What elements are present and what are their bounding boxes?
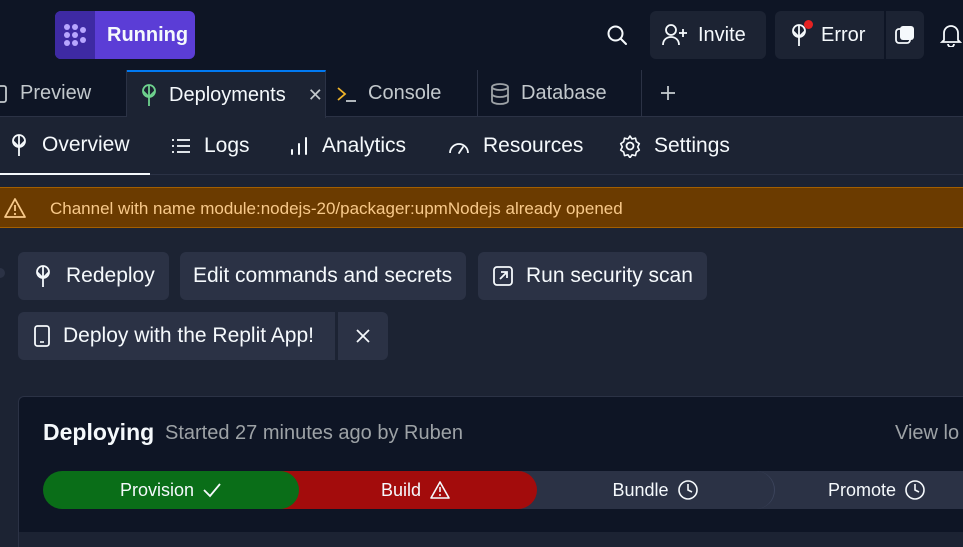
external-arrow-icon [493, 266, 513, 286]
clock-icon [677, 480, 698, 500]
redeploy-button[interactable]: Redeploy [18, 252, 169, 300]
subnav-logs[interactable]: Logs [170, 117, 250, 175]
bar-chart-icon [291, 137, 307, 155]
warning-icon [430, 481, 450, 499]
terminal-icon [337, 86, 356, 102]
warning-banner: Channel with name module:nodejs-20/packa… [0, 187, 963, 228]
stage-label: Bundle [612, 479, 669, 500]
deployment-status: Deploying [43, 419, 155, 445]
subnav-label: Analytics [322, 134, 407, 157]
add-user-icon [662, 24, 687, 46]
stage-label: Promote [827, 479, 897, 500]
search-button[interactable] [600, 18, 634, 52]
list-icon [172, 139, 190, 153]
deployments-icon [12, 134, 26, 156]
replit-app-label: Deploy with the Replit App! [63, 324, 314, 347]
stage-provision: Provision [43, 471, 299, 509]
plus-icon [661, 86, 675, 100]
view-logs-link[interactable]: View lo [895, 422, 959, 445]
warning-message: Channel with name module:nodejs-20/packa… [50, 199, 623, 218]
subnav-analytics[interactable]: Analytics [288, 117, 406, 175]
open-window-button[interactable] [886, 11, 924, 59]
edit-commands-button[interactable]: Edit commands and secrets [180, 252, 466, 300]
close-tab-icon[interactable]: ✕ [308, 85, 323, 106]
preview-icon [0, 84, 7, 103]
edit-commands-label: Edit commands and secrets [193, 264, 453, 287]
subnav-label: Settings [654, 134, 730, 157]
clock-icon [905, 480, 925, 500]
deployments-icon [36, 265, 50, 287]
tab-label: Database [521, 82, 607, 104]
warning-icon [4, 198, 26, 218]
deployment-error-button[interactable]: Error [775, 11, 884, 59]
gauge-icon [449, 143, 469, 154]
invite-label: Invite [698, 23, 746, 46]
subnav-resources[interactable]: Resources [447, 117, 583, 175]
stage-bundle: Bundle [517, 471, 775, 509]
search-icon [607, 25, 627, 45]
deployment-card: Deploying Started 27 minutes ago by Rube… [18, 396, 963, 547]
deployments-icon [142, 84, 156, 106]
redeploy-label: Redeploy [66, 264, 155, 287]
top-bar: Running Invite Error [0, 0, 963, 70]
subnav-settings[interactable]: Settings [618, 117, 730, 175]
error-indicator-dot [804, 20, 813, 29]
replit-logo-icon [55, 11, 95, 59]
subnav-overview[interactable]: Overview [0, 117, 150, 175]
error-label: Error [821, 23, 866, 46]
tab-label: Preview [20, 82, 92, 104]
tab-label: Deployments [169, 83, 286, 106]
workspace-tab-bar: Preview Deployments ✕ Console Database [0, 70, 963, 118]
new-window-icon [895, 26, 914, 44]
tab-preview[interactable]: Preview [0, 70, 127, 117]
tab-label: Console [368, 82, 442, 104]
deployment-sub-nav: Overview Logs Analytics Resources Settin… [0, 117, 963, 175]
tab-console[interactable]: Console [326, 70, 478, 117]
deployment-meta: Started 27 minutes ago by Ruben [165, 422, 463, 444]
run-label: Running [107, 23, 189, 46]
stage-label: Provision [119, 479, 195, 500]
deployment-status-icon [788, 20, 813, 47]
stage-promote: Promote [755, 471, 963, 509]
tab-database[interactable]: Database [478, 70, 642, 117]
stage-build: Build [279, 471, 537, 509]
security-scan-label: Run security scan [526, 264, 693, 287]
dismiss-app-promo-button[interactable] [338, 312, 388, 360]
deployment-card-footer [19, 532, 963, 547]
stage-label: Build [380, 479, 422, 500]
invite-button[interactable]: Invite [650, 11, 766, 59]
subnav-label: Overview [42, 133, 130, 156]
run-button[interactable]: Running [55, 11, 195, 59]
check-icon [203, 483, 221, 498]
close-icon [356, 329, 370, 343]
database-icon [491, 82, 509, 105]
replit-app-button[interactable]: Deploy with the Replit App! [18, 312, 335, 360]
security-scan-button[interactable]: Run security scan [478, 252, 707, 300]
gear-icon [619, 135, 641, 158]
subnav-label: Logs [204, 134, 250, 157]
side-indicator [0, 268, 5, 278]
subnav-label: Resources [483, 134, 584, 157]
notifications-button[interactable] [940, 18, 963, 52]
add-tab-button[interactable] [655, 80, 681, 106]
mobile-phone-icon [34, 325, 50, 347]
tab-deployments[interactable]: Deployments ✕ [127, 70, 326, 118]
bell-icon [940, 25, 962, 47]
